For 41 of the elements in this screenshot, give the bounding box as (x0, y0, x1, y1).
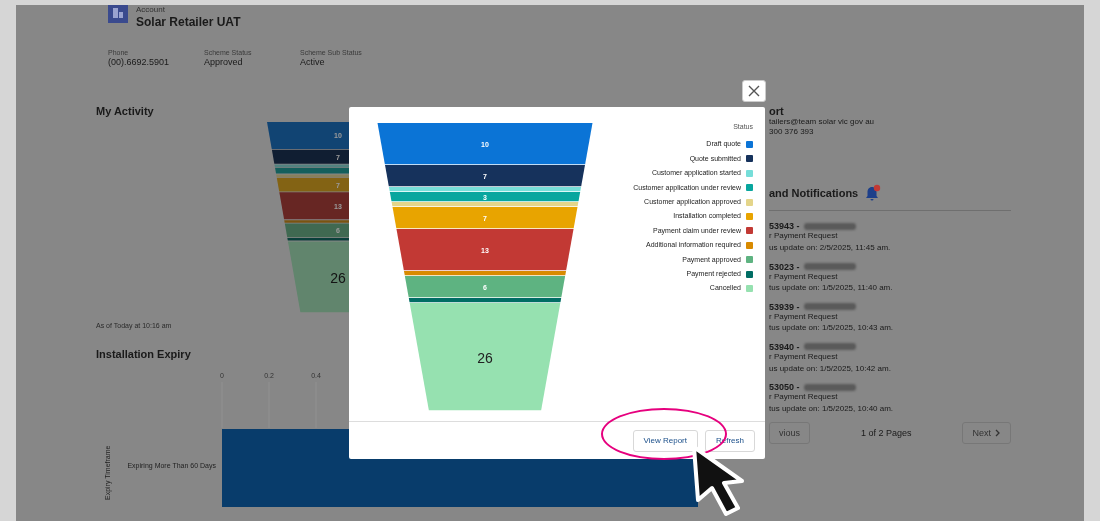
account-name: Solar Retailer UAT (136, 14, 241, 29)
previous-button[interactable]: vious (769, 422, 810, 445)
section-title: and Notifications (769, 187, 859, 200)
notification-type: r Payment Request (769, 271, 839, 282)
support-email: tailers@team solar vic gov au (769, 117, 876, 127)
notification-id: 53050 - (769, 382, 800, 393)
notification-id: 53943 - (769, 221, 800, 232)
close-icon (748, 85, 760, 97)
blurred-name (803, 222, 856, 230)
chevron-right-icon (995, 429, 1001, 438)
notification-status: tus update on: 1/5/2025, 10:40 am. (769, 403, 895, 414)
notification-id: 53023 - (769, 261, 800, 272)
next-button[interactable]: Next (962, 422, 1011, 445)
notification-status: tus update on: 1/5/2025, 11:40 am. (769, 283, 894, 293)
notification-type: r Payment Request (769, 311, 839, 322)
account-label: Account (136, 5, 166, 15)
building-icon (108, 5, 128, 23)
notification-type: r Payment Request (769, 392, 839, 402)
section-title: My Activity (96, 105, 154, 118)
notification-status: tus update on: 1/5/2025, 10:43 am. (769, 323, 895, 333)
page-info: 1 of 2 Pages (860, 427, 912, 439)
notification-status: us update on: 1/5/2025, 10:42 am. (769, 363, 892, 374)
blurred-name (803, 383, 856, 391)
field-value: Approved (204, 57, 244, 68)
field-value: Active (300, 57, 326, 68)
notification-status: us update on: 2/5/2025, 11:45 am. (769, 242, 892, 253)
field-value: (00).6692.5901 (108, 57, 171, 68)
section-title: Installation Expiry (96, 347, 191, 360)
notification-type: r Payment Request (769, 351, 839, 362)
blurred-name (803, 263, 856, 271)
notification-id: 53940 - (769, 341, 800, 352)
blurred-name (803, 303, 856, 311)
support-phone: 300 376 393 (769, 126, 815, 137)
close-button[interactable] (742, 80, 766, 102)
dialog-button[interactable]: View Report (632, 429, 698, 452)
blurred-name (803, 343, 856, 351)
section-title: ort (769, 105, 784, 118)
segment-value: 26 (330, 270, 346, 287)
notification-type: r Payment Request (769, 231, 839, 241)
segment-value: 26 (477, 350, 493, 366)
notification-id: 53939 - (769, 301, 800, 312)
